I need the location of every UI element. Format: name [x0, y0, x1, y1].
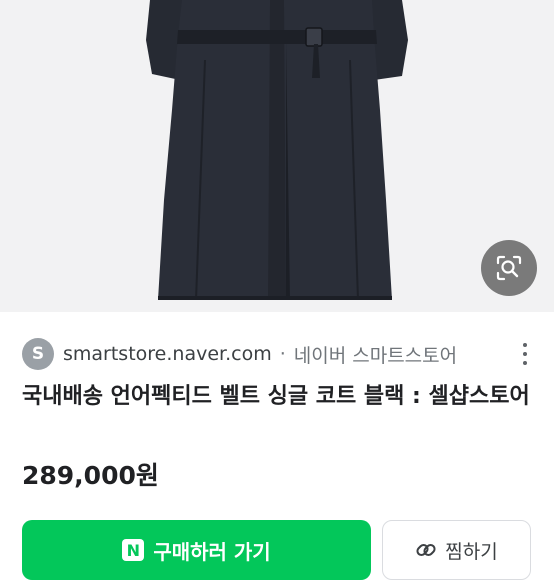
site-domain[interactable]: smartstore.naver.com: [63, 343, 272, 365]
save-button-label: 찜하기: [445, 540, 498, 563]
more-vert-icon[interactable]: [520, 340, 530, 368]
link-icon: [416, 543, 436, 557]
save-button[interactable]: 찜하기: [382, 520, 531, 580]
site-separator: ·: [279, 343, 286, 365]
site-favicon: S: [22, 338, 54, 370]
buy-button[interactable]: N 구매하러 가기: [22, 520, 371, 580]
coat-image: [146, 0, 408, 301]
visual-search-button[interactable]: [481, 240, 537, 296]
buy-button-label: 구매하러 가기: [153, 539, 271, 564]
naver-logo-icon: N: [122, 539, 145, 561]
site-name[interactable]: 네이버 스마트스토어: [294, 341, 457, 368]
product-image[interactable]: [0, 0, 554, 312]
product-price: 289,000원: [22, 461, 159, 490]
product-title[interactable]: 국내배송 언어펙티드 벨트 싱글 코트 블랙 : 셀샵스토어: [22, 380, 537, 413]
visual-search-icon: [496, 255, 522, 281]
source-row[interactable]: S smartstore.naver.com · 네이버 스마트스토어: [22, 337, 542, 371]
